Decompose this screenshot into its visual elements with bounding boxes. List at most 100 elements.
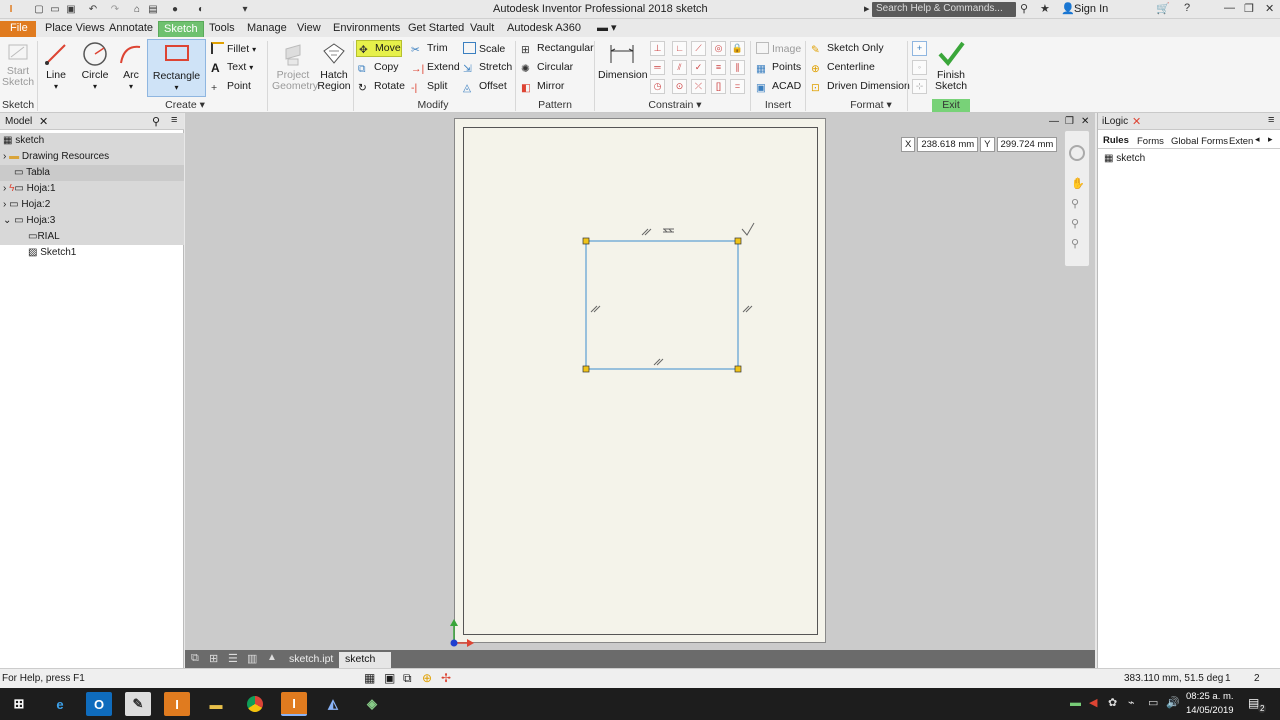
stretch-button[interactable]: ⇲ Stretch [463, 61, 512, 75]
model-tab[interactable]: Model [5, 116, 32, 127]
sketch-rectangle[interactable] [585, 240, 739, 370]
help-icon[interactable]: ? [1184, 2, 1190, 14]
hatch-region-button[interactable]: Hatch Region [317, 41, 351, 92]
copy-button[interactable]: ⧉ Copy [358, 61, 399, 75]
tab-vault[interactable]: Vault [465, 21, 499, 37]
insert-acad-button[interactable]: ▣ ACAD [756, 80, 801, 94]
expand-icon[interactable]: › [3, 199, 6, 210]
corner-handle[interactable] [582, 237, 590, 245]
canvas-minimize-icon[interactable]: — [1049, 116, 1059, 127]
ilogic-tab[interactable]: iLogic [1102, 116, 1128, 127]
finish-sketch-button[interactable]: Finish Sketch [932, 39, 970, 92]
tree-item-root[interactable]: ▦ sketch [0, 133, 184, 149]
undo-icon[interactable]: ↶ [86, 2, 100, 16]
tray-icon-3[interactable]: ✿ [1108, 696, 1117, 709]
offset-button[interactable]: ◬ Offset [463, 80, 507, 94]
search-input[interactable]: Search Help & Commands... [872, 2, 1016, 17]
collinear-icon[interactable]: ═ [650, 60, 665, 75]
binoculars-icon[interactable]: ⚲ [1020, 2, 1028, 15]
horizontal-icon[interactable]: ✓ [691, 60, 706, 75]
tree-item-sketch1[interactable]: ▨ Sketch1 [0, 245, 184, 261]
symmetric-icon[interactable]: ⊙ [672, 79, 687, 94]
sketch-geometry[interactable] [455, 119, 827, 644]
tree-item-hoja1[interactable]: › ϟ▭ Hoja:1 [0, 181, 184, 197]
menu-icon[interactable]: ≡ [171, 114, 177, 126]
mirror-button[interactable]: ◧ Mirror [521, 80, 564, 94]
expand-icon[interactable]: › [3, 183, 6, 194]
tab-global-forms[interactable]: Global Forms [1171, 136, 1228, 147]
inventor-logo-icon[interactable]: I [4, 2, 18, 16]
zoom-icon[interactable]: ⚲ [1071, 197, 1079, 210]
rectangle-button[interactable]: Rectangle ▾ [147, 39, 206, 97]
corner-handle[interactable] [582, 365, 590, 373]
equal-icon[interactable]: ≡ [711, 60, 726, 75]
corner-handle[interactable] [734, 365, 742, 373]
tab-manage[interactable]: Manage [242, 21, 292, 37]
fix-icon[interactable]: 🔒 [730, 41, 745, 56]
tab-environments[interactable]: Environments [328, 21, 405, 37]
sketch-only-button[interactable]: ✎ Sketch Only [811, 42, 884, 56]
minimize-icon[interactable]: — [1224, 2, 1235, 14]
close-icon[interactable]: ✕ [1265, 2, 1274, 15]
corner-handle[interactable] [734, 237, 742, 245]
delete-constraints-icon[interactable]: = [730, 79, 745, 94]
search-icon[interactable]: ⚲ [152, 115, 160, 128]
drawing-sheet[interactable] [454, 118, 826, 643]
group-constrain-label[interactable]: Constrain ▾ [640, 99, 710, 112]
canvas-close-icon[interactable]: ✕ [1081, 116, 1089, 127]
tree-item-hoja2[interactable]: › ▭ Hoja:2 [0, 197, 184, 213]
save-icon[interactable]: ▣ [64, 2, 78, 16]
status-tool-icon-1[interactable]: ▦ [364, 671, 375, 685]
trim-button[interactable]: ✂ Trim [411, 42, 448, 56]
arrange-vertical-icon[interactable]: ▥ [247, 652, 257, 665]
tab-view[interactable]: View [292, 21, 326, 37]
inventor-taskbar-icon[interactable]: I [164, 692, 190, 716]
tangent-icon[interactable]: ⫽ [672, 60, 687, 75]
status-tool-icon-2[interactable]: ▣ [384, 671, 395, 685]
circle-button[interactable]: Circle ▾ [80, 41, 110, 92]
home-icon[interactable]: ⌂ [130, 2, 144, 16]
doc-tab-sketch-ipt[interactable]: sketch.ipt [283, 652, 339, 668]
show-format-icon[interactable]: ◦ [912, 60, 927, 75]
project-geometry-button[interactable]: Project Geometry [272, 41, 318, 92]
open-icon[interactable]: ▭ [48, 2, 62, 16]
expand-icon[interactable]: › [3, 151, 6, 162]
app-icon-2[interactable]: ◈ [359, 692, 385, 716]
status-tool-icon-3[interactable]: ⧉ [403, 671, 412, 686]
close-model-tab-icon[interactable]: ✕ [39, 115, 48, 128]
app-icon-1[interactable]: ◭ [320, 692, 346, 716]
new-file-icon[interactable]: ▢ [32, 2, 46, 16]
zoom-window-icon[interactable]: ⚲ [1071, 217, 1079, 230]
tab-place-views[interactable]: Place Views [40, 21, 110, 37]
tab-external[interactable]: Exten [1229, 136, 1253, 147]
arc-button[interactable]: Arc ▾ [118, 41, 144, 92]
group-format-label[interactable]: Format ▾ [836, 99, 906, 112]
outlook-icon[interactable]: O [86, 692, 112, 716]
constraint-glyphs[interactable] [590, 222, 755, 366]
chrome-icon[interactable] [242, 692, 268, 716]
group-create-label[interactable]: Create ▾ [150, 99, 220, 112]
tab-sketch[interactable]: Sketch [158, 21, 204, 37]
driven-dimension-button[interactable]: ⊡ Driven Dimension [811, 80, 910, 94]
text-button[interactable]: A Text ▾ [211, 61, 253, 75]
tab-tools[interactable]: Tools [204, 21, 240, 37]
canvas-restore-icon[interactable]: ❐ [1065, 116, 1074, 127]
smooth-icon[interactable]: ◷ [650, 79, 665, 94]
cart-icon[interactable]: 🛒 [1156, 2, 1170, 15]
coincident-icon[interactable]: ⊥ [650, 41, 665, 56]
rectangular-pattern-button[interactable]: ⊞ Rectangular [521, 42, 594, 56]
zoom-all-icon[interactable]: ⚲ [1071, 237, 1079, 250]
move-button[interactable]: ✥ Move [356, 40, 402, 57]
arrange-horizontal-icon[interactable]: ☰ [228, 652, 238, 665]
construction-icon[interactable]: + [912, 41, 927, 56]
status-tool-icon-4[interactable]: ⊕ [422, 671, 432, 685]
paint-icon[interactable]: ✎ [125, 692, 151, 716]
tab-file[interactable]: File [0, 21, 36, 37]
perpendicular-icon[interactable]: ∟ [672, 41, 687, 56]
scroll-right-icon[interactable]: ▸ [1268, 134, 1273, 145]
line-button[interactable]: Line ▾ [42, 41, 70, 92]
network-icon[interactable]: ▭ [1148, 696, 1158, 709]
customize-qat-icon[interactable]: ▾ [238, 2, 252, 16]
tray-icon-2[interactable]: ◀ [1089, 696, 1097, 709]
cascade-icon[interactable]: ⧉ [191, 652, 199, 665]
